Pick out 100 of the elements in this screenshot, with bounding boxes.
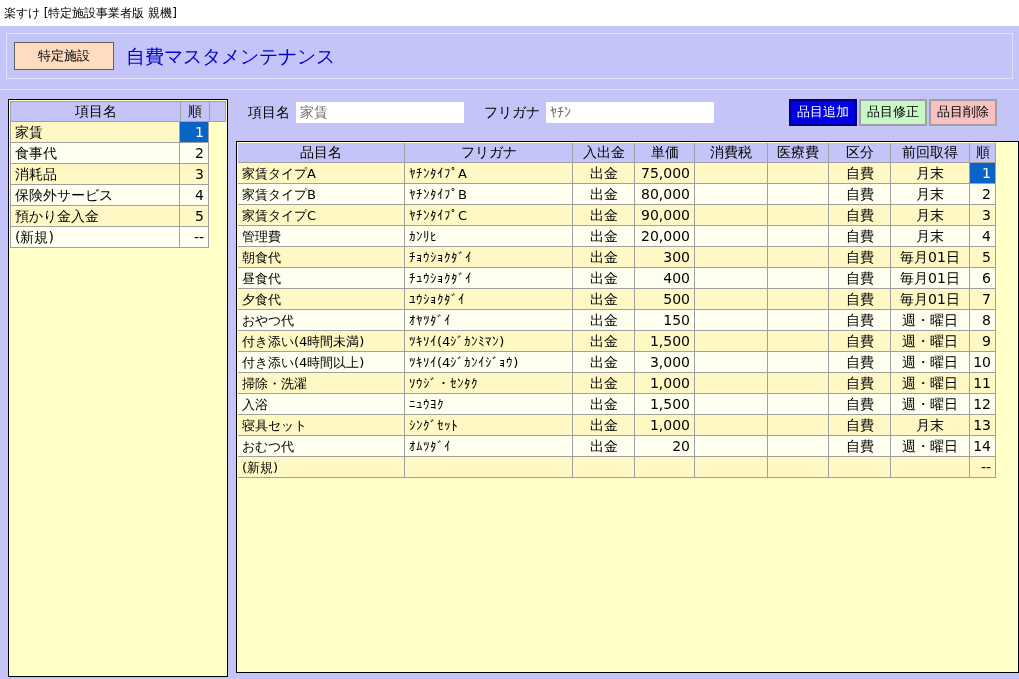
table-cell: ｵﾑﾂﾀﾞｲ <box>405 436 573 457</box>
category-name[interactable]: 食事代 <box>10 143 180 164</box>
column-header: 医療費 <box>768 143 829 163</box>
order-cell: -- <box>180 227 209 248</box>
table-cell: 90,000 <box>635 205 695 226</box>
table-cell: ﾔﾁﾝﾀｲﾌﾟC <box>405 205 573 226</box>
text-field[interactable]: 家賃 <box>296 101 464 123</box>
table-cell: ﾁｮｳｼｮｸﾀﾞｲ <box>405 247 573 268</box>
column-header: 単価 <box>635 143 695 163</box>
category-name[interactable]: 消耗品 <box>10 164 180 185</box>
table-cell <box>768 268 829 289</box>
table-cell <box>768 457 829 478</box>
table-cell: 自費 <box>829 310 891 331</box>
table-cell: 10 <box>970 352 996 373</box>
table-cell: 1,500 <box>635 394 695 415</box>
table-cell: 週・曜日 <box>891 373 970 394</box>
column-header: 入出金 <box>573 143 635 163</box>
table-cell: 20 <box>635 436 695 457</box>
table-cell: 出金 <box>573 289 635 310</box>
column-header: 前回取得 <box>891 143 970 163</box>
table-cell: 月末 <box>891 226 970 247</box>
table-cell: 自費 <box>829 247 891 268</box>
column-header: 区分 <box>829 143 891 163</box>
table-cell: ﾔﾁﾝﾀｲﾌﾟB <box>405 184 573 205</box>
table-cell: 出金 <box>573 436 635 457</box>
toolbar-button[interactable]: 品目削除 <box>929 98 997 126</box>
table-cell: 自費 <box>829 163 891 184</box>
text-field[interactable]: ﾔﾁﾝ <box>546 101 714 123</box>
order-cell: 2 <box>180 143 209 164</box>
table-cell <box>768 394 829 415</box>
category-name[interactable]: 家賃 <box>10 122 180 143</box>
table-cell: 週・曜日 <box>891 394 970 415</box>
table-cell <box>768 373 829 394</box>
table-cell: (新規) <box>238 457 405 478</box>
table-cell: ｼﾝｸﾞｾｯﾄ <box>405 415 573 436</box>
table-cell: 毎月01日 <box>891 268 970 289</box>
table-cell: おやつ代 <box>238 310 405 331</box>
table-cell: 自費 <box>829 184 891 205</box>
table-cell: 週・曜日 <box>891 331 970 352</box>
column-header: 消費税 <box>695 143 768 163</box>
table-cell: 14 <box>970 436 996 457</box>
table-cell: 1 <box>970 163 996 184</box>
table-cell: ﾂｷｿｲ(4ｼﾞｶﾝﾐﾏﾝ) <box>405 331 573 352</box>
table-cell: 週・曜日 <box>891 310 970 331</box>
table-cell: 出金 <box>573 331 635 352</box>
field-label: 項目名 <box>248 102 290 122</box>
table-cell: 75,000 <box>635 163 695 184</box>
table-cell: 9 <box>970 331 996 352</box>
column-header: 順 <box>181 102 210 121</box>
table-cell <box>768 310 829 331</box>
table-cell: 管理費 <box>238 226 405 247</box>
table-cell: 週・曜日 <box>891 352 970 373</box>
table-cell: 400 <box>635 268 695 289</box>
table-cell: 3,000 <box>635 352 695 373</box>
toolbar-button[interactable]: 品目追加 <box>789 98 857 126</box>
category-name[interactable]: (新規) <box>10 227 180 248</box>
table-cell <box>768 205 829 226</box>
table-cell: 2 <box>970 184 996 205</box>
table-cell: 出金 <box>573 205 635 226</box>
table-cell: 昼食代 <box>238 268 405 289</box>
table-cell: ｿｳｼﾞ・ｾﾝﾀｸ <box>405 373 573 394</box>
table-cell: 家賃タイプA <box>238 163 405 184</box>
table-cell: 1,500 <box>635 331 695 352</box>
table-cell: 12 <box>970 394 996 415</box>
table-cell: 4 <box>970 226 996 247</box>
table-cell: 13 <box>970 415 996 436</box>
table-cell: 出金 <box>573 226 635 247</box>
page-heading: 自費マスタメンテナンス <box>126 43 335 69</box>
table-cell: ﾆｭｳﾖｸ <box>405 394 573 415</box>
table-cell: 月末 <box>891 163 970 184</box>
table-cell: 月末 <box>891 415 970 436</box>
table-cell: 自費 <box>829 331 891 352</box>
table-cell: 出金 <box>573 415 635 436</box>
category-name[interactable]: 保険外サービス <box>10 185 180 206</box>
table-cell: 自費 <box>829 373 891 394</box>
table-cell: ｶﾝﾘﾋ <box>405 226 573 247</box>
table-cell: 11 <box>970 373 996 394</box>
table-cell: 80,000 <box>635 184 695 205</box>
table-cell: 出金 <box>573 247 635 268</box>
window-title: 楽すけ [特定施設事業者版 親機] <box>4 5 177 22</box>
table-cell <box>768 415 829 436</box>
table-cell: 自費 <box>829 205 891 226</box>
table-cell: 出金 <box>573 394 635 415</box>
order-cell: 5 <box>180 206 209 227</box>
table-cell: おむつ代 <box>238 436 405 457</box>
table-cell: 自費 <box>829 268 891 289</box>
table-cell: 自費 <box>829 226 891 247</box>
table-cell: ﾔﾁﾝﾀｲﾌﾟA <box>405 163 573 184</box>
table-cell: 自費 <box>829 289 891 310</box>
table-cell <box>768 331 829 352</box>
table-cell: ﾁｭｳｼｮｸﾀﾞｲ <box>405 268 573 289</box>
table-cell: 1,000 <box>635 373 695 394</box>
facility-badge: 特定施設 <box>14 42 114 70</box>
table-cell: 月末 <box>891 205 970 226</box>
table-cell: 出金 <box>573 310 635 331</box>
toolbar-button[interactable]: 品目修正 <box>859 98 927 126</box>
category-name[interactable]: 預かり金入金 <box>10 206 180 227</box>
table-cell: 朝食代 <box>238 247 405 268</box>
table-cell: 20,000 <box>635 226 695 247</box>
table-cell: 7 <box>970 289 996 310</box>
